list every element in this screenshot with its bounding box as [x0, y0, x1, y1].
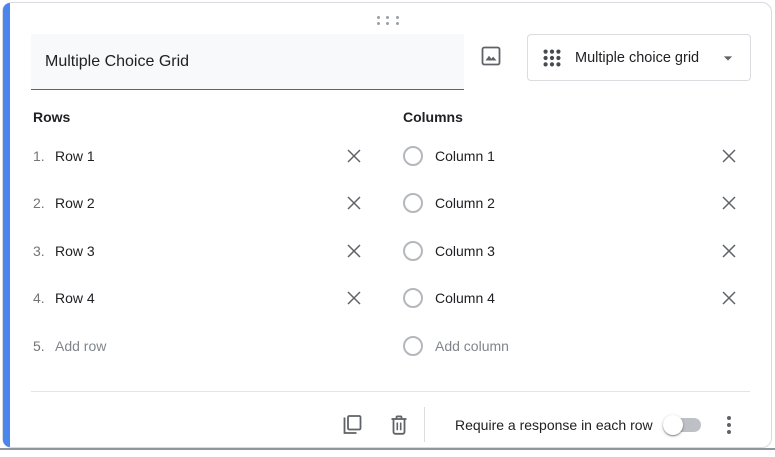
delete-button[interactable] — [385, 411, 413, 439]
duplicate-icon — [339, 413, 363, 437]
add-row-field[interactable]: Add row — [55, 338, 366, 354]
row-label-input[interactable]: Row 1 — [55, 148, 342, 164]
radio-circle-icon — [403, 146, 423, 166]
duplicate-button[interactable] — [337, 411, 365, 439]
row-item: 5.Add row — [33, 322, 366, 370]
card-bottom-edge — [0, 448, 775, 450]
row-number: 3. — [33, 243, 55, 259]
row-number: 5. — [33, 338, 55, 354]
close-icon — [721, 195, 737, 211]
close-icon — [346, 290, 362, 306]
columns-heading: Columns — [403, 109, 463, 125]
close-icon — [721, 243, 737, 259]
add-column-field[interactable]: Add column — [435, 338, 741, 354]
footer-vertical-divider — [424, 407, 425, 442]
remove-column-button[interactable] — [717, 286, 741, 310]
rows-heading: Rows — [33, 109, 70, 125]
rows-list: 1.Row 12.Row 23.Row 34.Row 45.Add row — [33, 132, 366, 370]
row-item: 4.Row 4 — [33, 275, 366, 323]
row-label-input[interactable]: Row 4 — [55, 290, 342, 306]
column-item: Add column — [403, 322, 741, 370]
question-editor: Multiple choice grid Rows Columns 1.Row … — [0, 0, 775, 457]
row-item: 3.Row 3 — [33, 227, 366, 275]
column-item: Column 3 — [403, 227, 741, 275]
close-icon — [346, 148, 362, 164]
column-label-input[interactable]: Column 1 — [435, 148, 717, 164]
close-icon — [721, 148, 737, 164]
row-label-input[interactable]: Row 3 — [55, 243, 342, 259]
question-title-input[interactable] — [31, 34, 464, 89]
remove-column-button[interactable] — [717, 239, 741, 263]
row-item: 2.Row 2 — [33, 180, 366, 228]
row-item: 1.Row 1 — [33, 132, 366, 180]
more-options-button[interactable] — [715, 411, 743, 439]
close-icon — [346, 243, 362, 259]
columns-list: Column 1 Column 2 Column 3 Column 4 Add colu… — [403, 132, 741, 370]
row-label-input[interactable]: Row 2 — [55, 195, 342, 211]
column-label-input[interactable]: Column 4 — [435, 290, 717, 306]
column-item: Column 1 — [403, 132, 741, 180]
question-type-label: Multiple choice grid — [575, 50, 718, 66]
radio-circle-icon — [403, 288, 423, 308]
radio-circle-icon — [403, 336, 423, 356]
remove-row-button[interactable] — [342, 144, 366, 168]
close-icon — [346, 195, 362, 211]
add-image-button[interactable] — [473, 38, 509, 74]
column-item: Column 2 — [403, 180, 741, 228]
image-icon — [479, 44, 503, 68]
remove-row-button[interactable] — [342, 191, 366, 215]
more-vert-icon — [727, 416, 731, 420]
require-response-label: Require a response in each row — [455, 417, 653, 433]
question-type-dropdown[interactable]: Multiple choice grid — [527, 34, 751, 81]
column-label-input[interactable]: Column 2 — [435, 195, 717, 211]
remove-row-button[interactable] — [342, 239, 366, 263]
row-number: 1. — [33, 148, 55, 164]
multiple-choice-grid-icon — [541, 47, 563, 69]
trash-icon — [387, 413, 411, 437]
row-number: 4. — [33, 290, 55, 306]
radio-circle-icon — [403, 241, 423, 261]
column-item: Column 4 — [403, 275, 741, 323]
remove-column-button[interactable] — [717, 144, 741, 168]
radio-circle-icon — [403, 193, 423, 213]
column-label-input[interactable]: Column 3 — [435, 243, 717, 259]
close-icon — [721, 290, 737, 306]
footer-divider — [31, 391, 750, 392]
require-response-toggle[interactable] — [661, 413, 705, 437]
chevron-down-icon — [718, 48, 738, 68]
question-title-field — [31, 34, 464, 90]
drag-handle-icon[interactable] — [374, 14, 402, 26]
selected-question-indicator — [3, 3, 10, 447]
row-number: 2. — [33, 195, 55, 211]
remove-column-button[interactable] — [717, 191, 741, 215]
toggle-knob — [663, 415, 683, 435]
question-card: Multiple choice grid Rows Columns 1.Row … — [2, 2, 772, 448]
remove-row-button[interactable] — [342, 286, 366, 310]
